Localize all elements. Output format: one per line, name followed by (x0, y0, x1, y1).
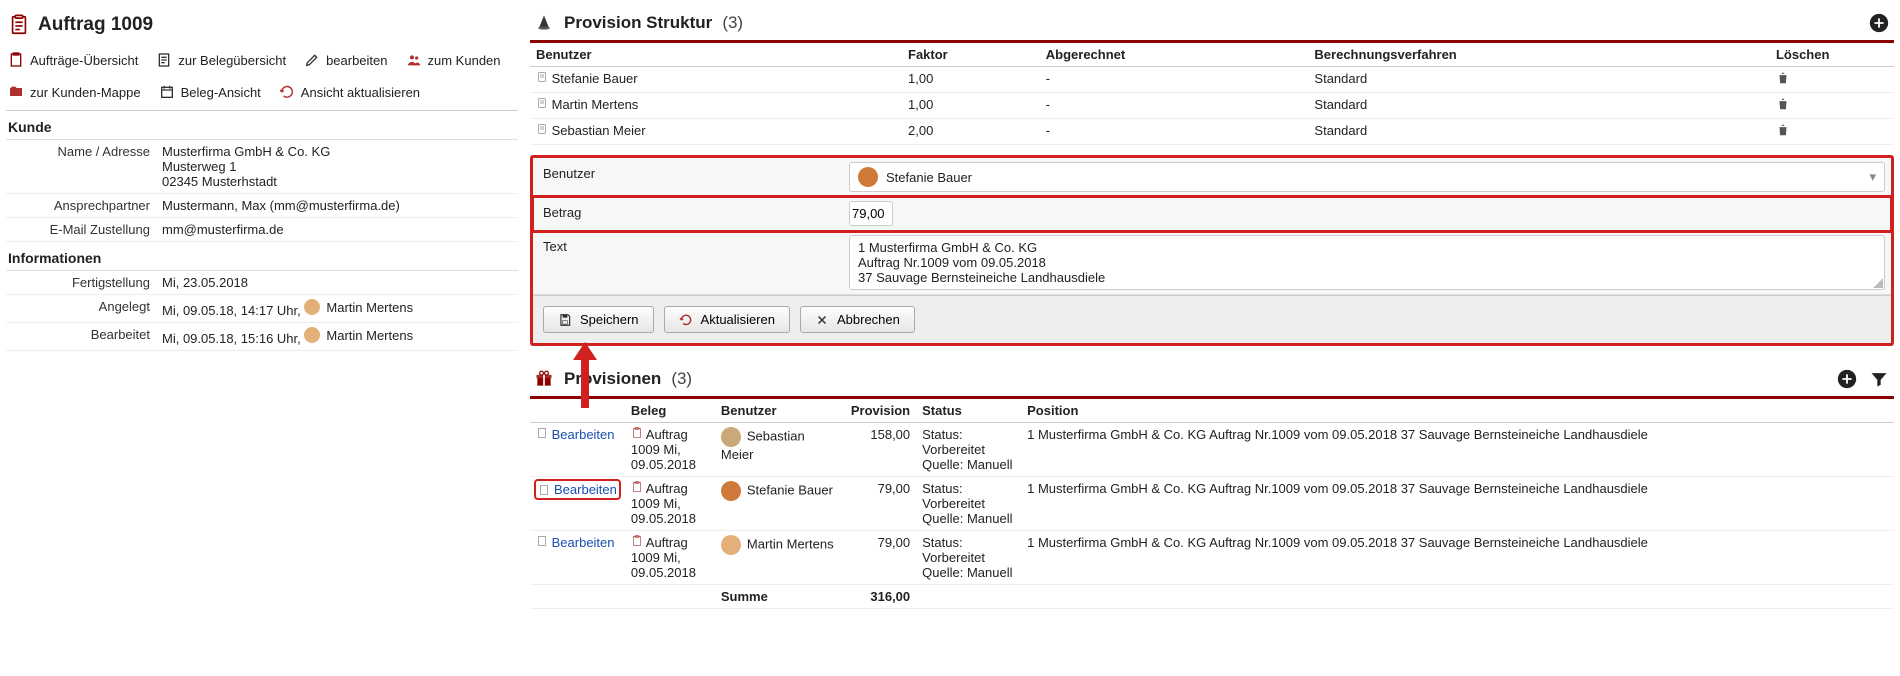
avatar (721, 427, 741, 447)
sum-value: 316,00 (845, 585, 916, 609)
edit-row-link[interactable]: Bearbeiten (554, 482, 617, 497)
struktur-table: Benutzer Faktor Abgerechnet Berechnungsv… (530, 43, 1894, 145)
document-icon (536, 71, 548, 83)
col-faktor: Faktor (902, 43, 1040, 67)
calendar-icon (159, 84, 175, 100)
avatar (858, 167, 878, 187)
angelegt-value: Mi, 09.05.18, 14:17 Uhr, Martin Mertens (162, 299, 518, 318)
clipboard-icon (631, 535, 643, 550)
struktur-panel-head: Provision Struktur (3) (530, 8, 1894, 43)
email-label: E-Mail Zustellung (6, 222, 162, 237)
beleg-view-link[interactable]: Beleg-Ansicht (159, 84, 261, 100)
col-status: Status (916, 399, 1021, 423)
save-button[interactable]: Speichern (543, 306, 654, 333)
resize-grip-icon[interactable] (1873, 278, 1883, 288)
trash-icon[interactable] (1776, 73, 1790, 88)
users-icon (406, 52, 422, 68)
table-row: Bearbeiten Auftrag 1009 Mi, 09.05.2018 S… (530, 477, 1894, 531)
avatar (304, 327, 320, 343)
edit-row-link[interactable]: Bearbeiten (552, 427, 615, 442)
document-icon (156, 52, 172, 68)
page-title: Auftrag 1009 (6, 8, 518, 48)
betrag-label: Betrag (533, 197, 843, 230)
table-row: Sebastian Meier 2,00-Standard (530, 119, 1894, 145)
bearbeitet-label: Bearbeitet (6, 327, 162, 346)
clipboard-icon (631, 481, 643, 496)
avatar (721, 481, 741, 501)
filter-button[interactable] (1868, 368, 1890, 390)
name-value: Musterfirma GmbH & Co. KG Musterweg 1 02… (162, 144, 518, 189)
provisionen-table: Beleg Benutzer Provision Status Position… (530, 399, 1894, 609)
toolbar: Aufträge-Übersicht zur Belegübersicht be… (6, 48, 518, 111)
col-loeschen: Löschen (1770, 43, 1894, 67)
contact-label: Ansprechpartner (6, 198, 162, 213)
text-label: Text (533, 231, 843, 294)
col-provision: Provision (845, 399, 916, 423)
edit-form: Benutzer Stefanie Bauer ▾ Betrag Text (530, 155, 1894, 346)
cone-icon (534, 13, 554, 33)
customer-folder-link[interactable]: zur Kunden-Mappe (8, 84, 141, 100)
document-icon (536, 535, 548, 547)
document-icon (538, 484, 550, 496)
trash-icon[interactable] (1776, 99, 1790, 114)
provisionen-panel-head: Provisionen (3) (530, 364, 1894, 399)
col-position: Position (1021, 399, 1894, 423)
table-row: Bearbeiten Auftrag 1009 Mi, 09.05.2018 S… (530, 423, 1894, 477)
document-icon (536, 97, 548, 109)
betrag-input[interactable] (849, 201, 893, 226)
to-customer-link[interactable]: zum Kunden (406, 52, 501, 68)
edit-row-link[interactable]: Bearbeiten (552, 535, 615, 550)
gift-icon (534, 369, 554, 389)
chevron-down-icon: ▾ (1869, 169, 1876, 185)
pencil-icon (304, 52, 320, 68)
avatar (721, 535, 741, 555)
col-verfahren: Berechnungsverfahren (1308, 43, 1770, 67)
info-heading: Informationen (6, 242, 518, 271)
refresh-icon (679, 313, 693, 327)
refresh-icon (279, 84, 295, 100)
fertig-value: Mi, 23.05.2018 (162, 275, 518, 290)
cancel-button[interactable]: Abbrechen (800, 306, 915, 333)
add-struktur-button[interactable] (1868, 12, 1890, 34)
text-input[interactable]: 1 Musterfirma GmbH & Co. KG Auftrag Nr.1… (849, 235, 1885, 290)
clipboard-icon (8, 52, 24, 68)
edit-link[interactable]: bearbeiten (304, 52, 387, 68)
col-benutzer: Benutzer (715, 399, 845, 423)
sum-label: Summe (715, 585, 845, 609)
email-value: mm@musterfirma.de (162, 222, 518, 237)
refresh-button[interactable]: Aktualisieren (664, 306, 790, 333)
avatar (304, 299, 320, 315)
add-provision-button[interactable] (1836, 368, 1858, 390)
clipboard-icon (631, 427, 643, 442)
folder-icon (8, 84, 24, 100)
orders-overview-link[interactable]: Aufträge-Übersicht (8, 52, 138, 68)
name-label: Name / Adresse (6, 144, 162, 189)
contact-value: Mustermann, Max (mm@musterfirma.de) (162, 198, 518, 213)
col-abgerechnet: Abgerechnet (1040, 43, 1309, 67)
document-icon (536, 427, 548, 439)
table-row: Stefanie Bauer 1,00-Standard (530, 67, 1894, 93)
clipboard-icon (8, 14, 30, 36)
trash-icon[interactable] (1776, 125, 1790, 140)
table-row: Bearbeiten Auftrag 1009 Mi, 09.05.2018 M… (530, 531, 1894, 585)
refresh-view-link[interactable]: Ansicht aktualisieren (279, 84, 420, 100)
fertig-label: Fertigstellung (6, 275, 162, 290)
kunde-heading: Kunde (6, 111, 518, 140)
angelegt-label: Angelegt (6, 299, 162, 318)
beleg-overview-link[interactable]: zur Belegübersicht (156, 52, 286, 68)
benutzer-select[interactable]: Stefanie Bauer ▾ (849, 162, 1885, 192)
document-icon (536, 123, 548, 135)
save-icon (558, 313, 572, 327)
close-icon (815, 313, 829, 327)
col-benutzer: Benutzer (530, 43, 902, 67)
col-beleg: Beleg (625, 399, 715, 423)
benutzer-label: Benutzer (533, 158, 843, 196)
table-row: Martin Mertens 1,00-Standard (530, 93, 1894, 119)
bearbeitet-value: Mi, 09.05.18, 15:16 Uhr, Martin Mertens (162, 327, 518, 346)
